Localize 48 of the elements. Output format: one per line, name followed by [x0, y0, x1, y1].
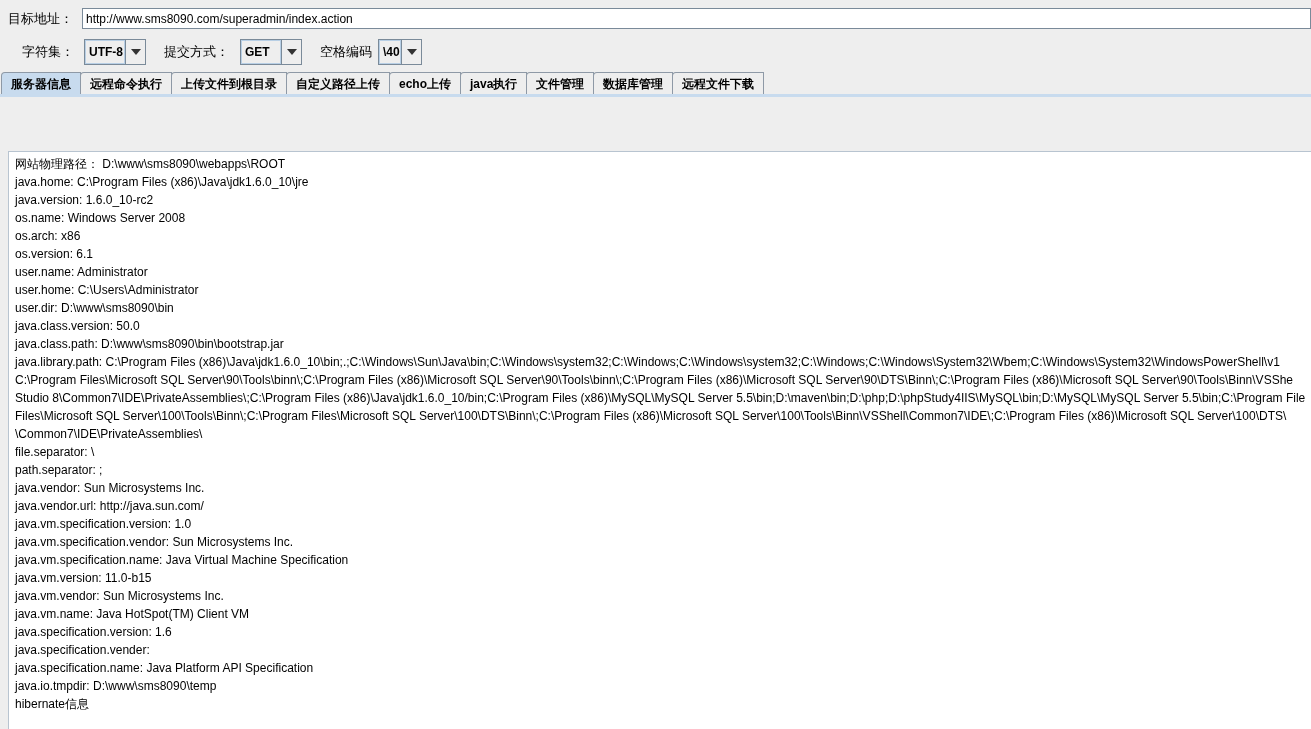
- dropdown[interactable]: GET: [240, 39, 302, 65]
- output-line: java.vm.version: 11.0-b15: [15, 570, 153, 587]
- output-line: java.vm.specification.name: Java Virtual Machine Specification: [15, 552, 350, 569]
- output-line: path.separator: ;: [15, 462, 104, 479]
- option-label: 空格编码: [320, 43, 373, 62]
- output-line: user.dir: D:\www\sms8090\bin: [15, 300, 175, 317]
- output-line: user.home: C:\Users\Administrator: [15, 282, 200, 299]
- output-line: os.arch: x86: [15, 228, 82, 245]
- output-line: java.specification.version: 1.6: [15, 624, 173, 641]
- output-line: file.separator: \: [15, 444, 96, 461]
- output-line: os.name: Windows Server 2008: [15, 210, 187, 227]
- output-line: Files\Microsoft SQL Server\100\Tools\Binn\;C:\Program Files\Microsoft SQL Server\100\DTS\Binn\;C:\Program Files (x86)\Microsoft SQL Server\100\Tools\Binn\VSShell\Common7\IDE\;C:\Program Files (x86)\Microsoft SQL Server\100\DTS\: [15, 408, 1288, 425]
- output-line: java.class.path: D:\www\sms8090\bin\bootstrap.jar: [15, 336, 285, 353]
- output-line: \Common7\IDE\PrivateAssemblies\: [15, 426, 204, 443]
- caret-icon: [286, 49, 297, 55]
- output-line: java.vendor: Sun Microsystems Inc.: [15, 480, 206, 497]
- tab[interactable]: 服务器信息: [1, 72, 81, 94]
- tab[interactable]: 远程命令执行: [80, 72, 172, 94]
- output-line: 网站物理路径： D:\www\sms8090\webapps\ROOT: [15, 156, 287, 173]
- option-label: 提交方式：: [164, 43, 230, 62]
- output-line: java.specification.vender:: [15, 642, 151, 659]
- output-text-area[interactable]: [8, 151, 1311, 729]
- output-line: java.version: 1.6.0_10-rc2: [15, 192, 155, 209]
- tab[interactable]: 远程文件下载: [672, 72, 765, 94]
- output-line: java.vendor.url: http://java.sun.com/: [15, 498, 205, 515]
- output-line: java.class.version: 50.0: [15, 318, 141, 335]
- address-field[interactable]: http://www.sms8090.com/superadmin/index.action: [82, 8, 1311, 29]
- tab[interactable]: 自定义路径上传: [286, 72, 390, 94]
- tab[interactable]: java执行: [460, 72, 528, 94]
- output-line: java.vm.specification.version: 1.0: [15, 516, 193, 533]
- output-line: java.io.tmpdir: D:\www\sms8090\temp: [15, 678, 218, 695]
- output-line: user.name: Administrator: [15, 264, 149, 281]
- address-label: 目标地址：: [8, 9, 74, 28]
- output-line: java.vm.name: Java HotSpot(TM) Client VM: [15, 606, 251, 623]
- output-line: C:\Program Files\Microsoft SQL Server\90\Tools\binn\;C:\Program Files (x86)\Microsoft SQL Server\90\Tools\binn\;C:\Program Files (x86)\Microsoft SQL Server\90\DTS\Binn\;C:\Program Files (x86)\Microsoft SQL Server\90\Tools\Binn\VSShe: [15, 372, 1294, 389]
- caret-icon: [130, 49, 141, 55]
- output-line: java.specification.name: Java Platform API Specification: [15, 660, 315, 677]
- output-line: hibernate信息: [15, 696, 91, 713]
- output-line: Studio 8\Common7\IDE\PrivateAssemblies\;C:\Program Files (x86)\Java\jdk1.6.0_10/bin;C:\Program Files (x86)\MySQL\MySQL Server 5.5\bin;D:\maven\bin;D:\php;D:\phpStudy4IIS\MySQL\bin;D:\MySQL\MySQL Server 5.5\bin;C:\Program File: [15, 390, 1307, 407]
- dropdown[interactable]: UTF-8: [84, 39, 146, 65]
- caret-icon: [406, 49, 417, 55]
- dropdown[interactable]: \40: [378, 39, 422, 65]
- option-label: 字符集：: [22, 43, 75, 62]
- output-line: java.vm.specification.vendor: Sun Microsystems Inc.: [15, 534, 295, 551]
- output-line: java.library.path: C:\Program Files (x86)\Java\jdk1.6.0_10\bin;.;C:\Windows\Sun\Java\bin;C:\Windows\system32;C:\Windows;C:\Windows\system32;C:\Windows;C:\Windows\System32\Wbem;C:\Windows\System32\WindowsPowerShell\v1: [15, 354, 1281, 371]
- output-line: java.vm.vendor: Sun Microsystems Inc.: [15, 588, 225, 605]
- output-line: java.home: C:\Program Files (x86)\Java\jdk1.6.0_10\jre: [15, 174, 310, 191]
- output-line: os.version: 6.1: [15, 246, 95, 263]
